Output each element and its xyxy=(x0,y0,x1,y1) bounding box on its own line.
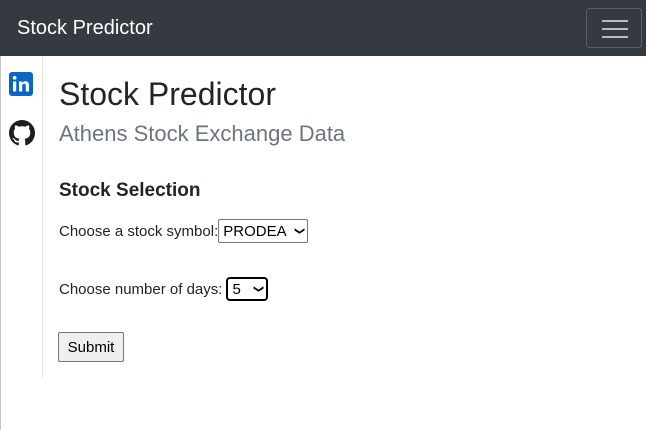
submit-button[interactable]: Submit xyxy=(58,332,124,362)
navbar: Stock Predictor xyxy=(0,0,646,56)
number-of-days-value: 5 xyxy=(232,280,241,298)
chevron-down-icon: ❯ xyxy=(253,284,265,294)
stock-symbol-value: PRODEA xyxy=(223,222,287,240)
navbar-brand[interactable]: Stock Predictor xyxy=(17,17,153,39)
section-title: Stock Selection xyxy=(59,180,201,201)
page-subtitle: Athens Stock Exchange Data xyxy=(59,121,346,146)
hamburger-menu-icon-bar xyxy=(602,36,628,38)
days-label: Choose number of days: xyxy=(59,280,223,298)
sidebar-divider xyxy=(42,56,43,378)
hamburger-menu-icon xyxy=(602,20,628,22)
hamburger-menu-icon-bar xyxy=(602,28,628,30)
stock-symbol-select[interactable]: PRODEA ❯ xyxy=(218,219,309,243)
days-form-row: Choose number of days: 5 ❯ xyxy=(59,277,269,301)
linkedin-icon[interactable] xyxy=(9,72,33,96)
github-icon[interactable] xyxy=(9,120,35,146)
number-of-days-select[interactable]: 5 ❯ xyxy=(226,277,269,301)
page: Stock Predictor Stock Predictor Athens S… xyxy=(0,0,646,430)
window-edge xyxy=(0,56,1,430)
symbol-form-row: Choose a stock symbol: PRODEA ❯ xyxy=(59,219,309,243)
symbol-label: Choose a stock symbol: xyxy=(59,222,219,240)
page-title: Stock Predictor xyxy=(59,76,276,112)
navbar-toggler-button[interactable] xyxy=(586,8,642,48)
chevron-down-icon: ❯ xyxy=(294,226,306,236)
